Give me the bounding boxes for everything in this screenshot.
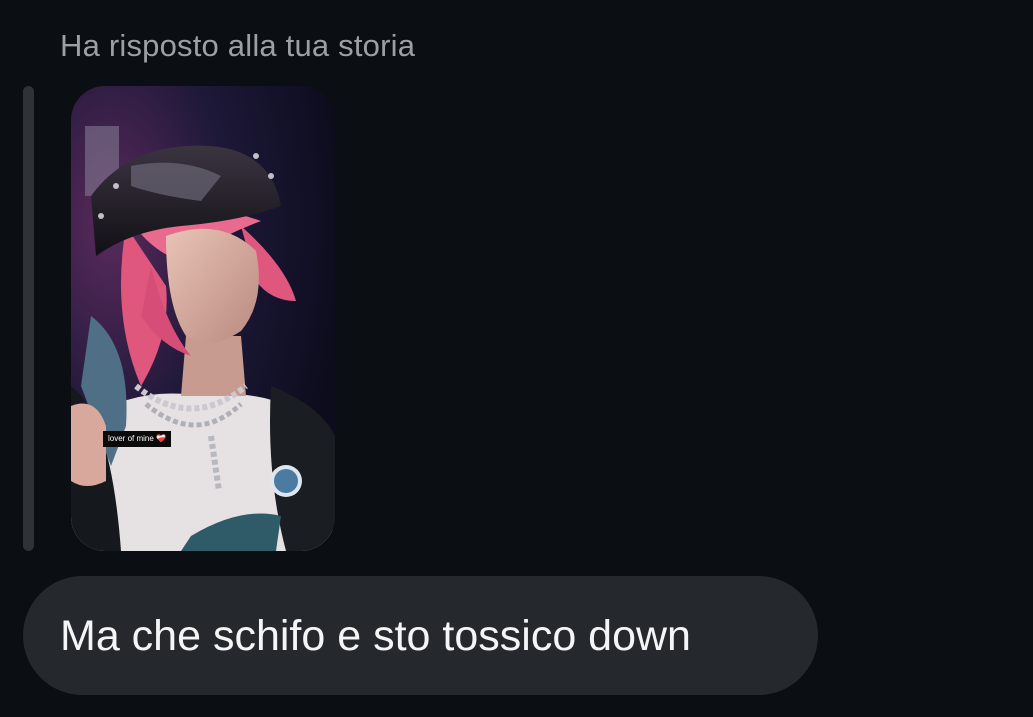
story-sticker-text: lover of mine xyxy=(108,434,154,443)
message-bubble[interactable]: Ma che schifo e sto tossico down xyxy=(23,576,818,695)
heart-emoji-icon: ❤️‍🩹 xyxy=(156,434,166,443)
chat-screen: Ha risposto alla tua storia lover of min… xyxy=(0,0,1033,717)
story-sticker: lover of mine ❤️‍🩹 xyxy=(103,431,171,447)
quote-bar xyxy=(23,86,34,551)
message-text: Ma che schifo e sto tossico down xyxy=(60,611,691,660)
story-photo xyxy=(71,86,335,551)
story-thumbnail[interactable]: lover of mine ❤️‍🩹 xyxy=(71,86,335,551)
story-reply-label: Ha risposto alla tua storia xyxy=(60,28,416,63)
